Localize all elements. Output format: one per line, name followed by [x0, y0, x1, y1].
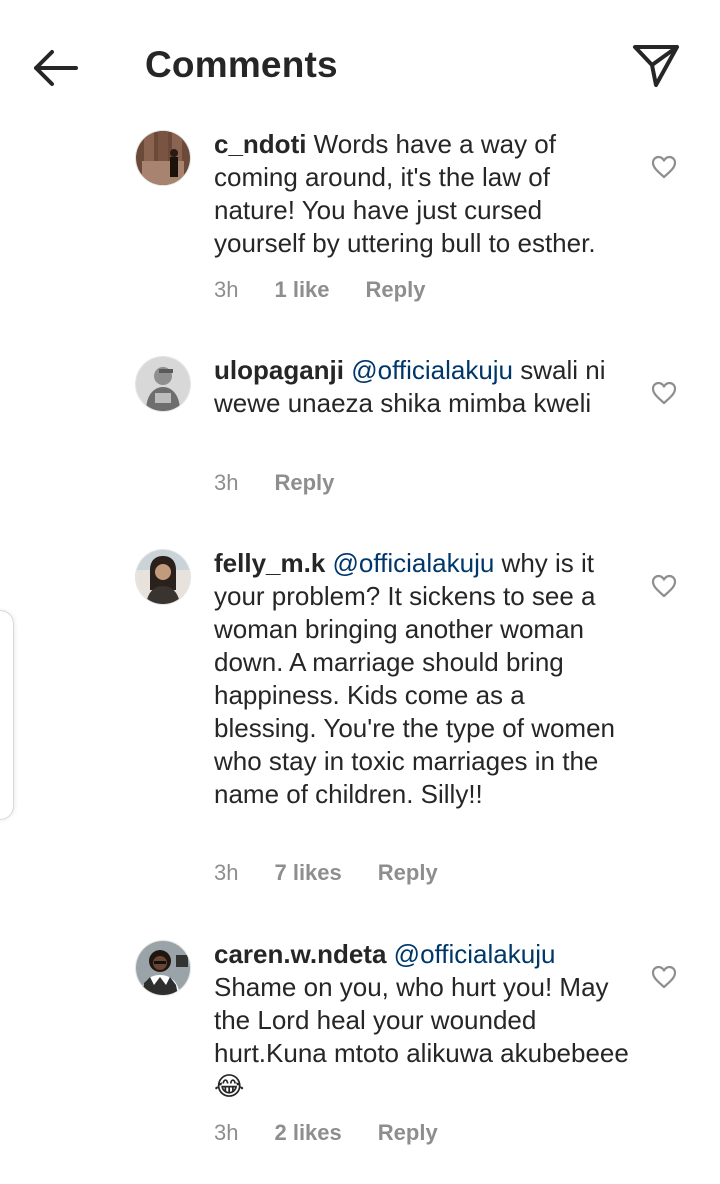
heart-icon[interactable] — [651, 155, 677, 179]
comment-time: 3h — [214, 277, 239, 302]
comment-time: 3h — [214, 860, 239, 885]
comment-mention[interactable]: @officialakuju — [394, 939, 556, 969]
comment-meta: 3h 2 likes Reply — [214, 1120, 474, 1146]
comment-likes[interactable]: 2 likes — [274, 1120, 341, 1146]
comment-likes[interactable]: 1 like — [274, 277, 329, 303]
comment-text: felly_m.k @officialakuju why is it your … — [214, 547, 634, 811]
avatar[interactable] — [136, 131, 190, 185]
avatar[interactable] — [136, 550, 190, 604]
comment-meta: 3h Reply — [214, 470, 370, 496]
comment-likes[interactable]: 7 likes — [274, 860, 341, 886]
comment-text: ulopaganji @officialakuju swali ni wewe … — [214, 354, 634, 420]
comment-text: c_ndoti Words have a way of coming aroun… — [214, 128, 634, 260]
reply-button[interactable]: Reply — [378, 860, 438, 886]
comment-meta: 3h 7 likes Reply — [214, 860, 474, 886]
comments-header: Comments — [0, 0, 720, 130]
comment-meta: 3h 1 like Reply — [214, 277, 461, 303]
edge-panel-handle[interactable] — [0, 610, 14, 820]
comment-username[interactable]: caren.w.ndeta — [214, 939, 386, 969]
heart-icon[interactable] — [651, 965, 677, 989]
share-button[interactable] — [630, 40, 682, 92]
back-button[interactable] — [28, 44, 84, 92]
reply-button[interactable]: Reply — [378, 1120, 438, 1146]
page-title: Comments — [145, 44, 338, 85]
comment-body: Shame on you, who hurt you! May the Lord… — [214, 972, 629, 1101]
paper-plane-icon — [633, 45, 679, 87]
heart-icon[interactable] — [651, 381, 677, 405]
comment-text: caren.w.ndeta @officialakuju Shame on yo… — [214, 938, 634, 1103]
avatar[interactable] — [136, 941, 190, 995]
comment-mention[interactable]: @officialakuju — [351, 355, 513, 385]
heart-icon[interactable] — [651, 574, 677, 598]
avatar[interactable] — [136, 357, 190, 411]
comment-username[interactable]: c_ndoti — [214, 129, 306, 159]
comment-time: 3h — [214, 1120, 239, 1145]
comment-mention[interactable]: @officialakuju — [333, 548, 495, 578]
comment-username[interactable]: ulopaganji — [214, 355, 344, 385]
reply-button[interactable]: Reply — [366, 277, 426, 303]
comment-body: why is it your problem? It sickens to se… — [214, 548, 616, 809]
arrow-left-icon — [34, 50, 78, 86]
reply-button[interactable]: Reply — [274, 470, 334, 496]
comment-time: 3h — [214, 470, 239, 495]
comment-username[interactable]: felly_m.k — [214, 548, 325, 578]
